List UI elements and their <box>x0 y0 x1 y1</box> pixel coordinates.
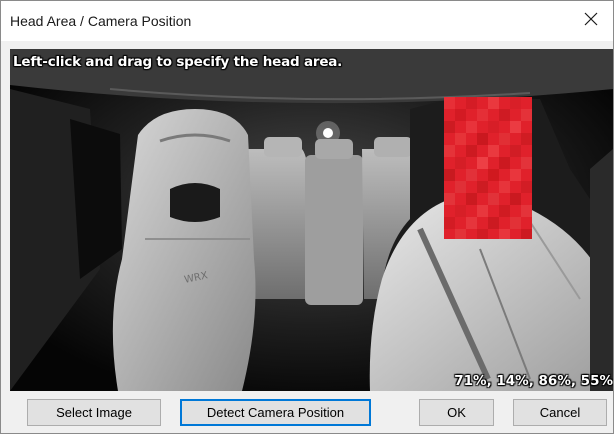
pixelated-face-mask <box>444 97 532 239</box>
cancel-button[interactable]: Cancel <box>513 399 607 426</box>
window-title: Head Area / Camera Position <box>10 13 192 29</box>
ok-button[interactable]: OK <box>419 399 494 426</box>
close-icon <box>584 12 598 31</box>
camera-image-viewer[interactable]: WRX Left-click and drag to specify the h… <box>10 49 613 391</box>
detect-camera-position-button[interactable]: Detect Camera Position <box>180 399 371 426</box>
head-area-selection[interactable] <box>444 97 532 239</box>
head-area-coordinates: 71%, 14%, 86%, 55% <box>454 373 613 389</box>
title-bar[interactable]: Head Area / Camera Position <box>1 1 613 41</box>
close-button[interactable] <box>569 1 613 41</box>
instruction-text: Left-click and drag to specify the head … <box>13 54 343 70</box>
head-area-dialog: Head Area / Camera Position WRX Left-cli… <box>0 0 614 434</box>
select-image-button[interactable]: Select Image <box>27 399 161 426</box>
